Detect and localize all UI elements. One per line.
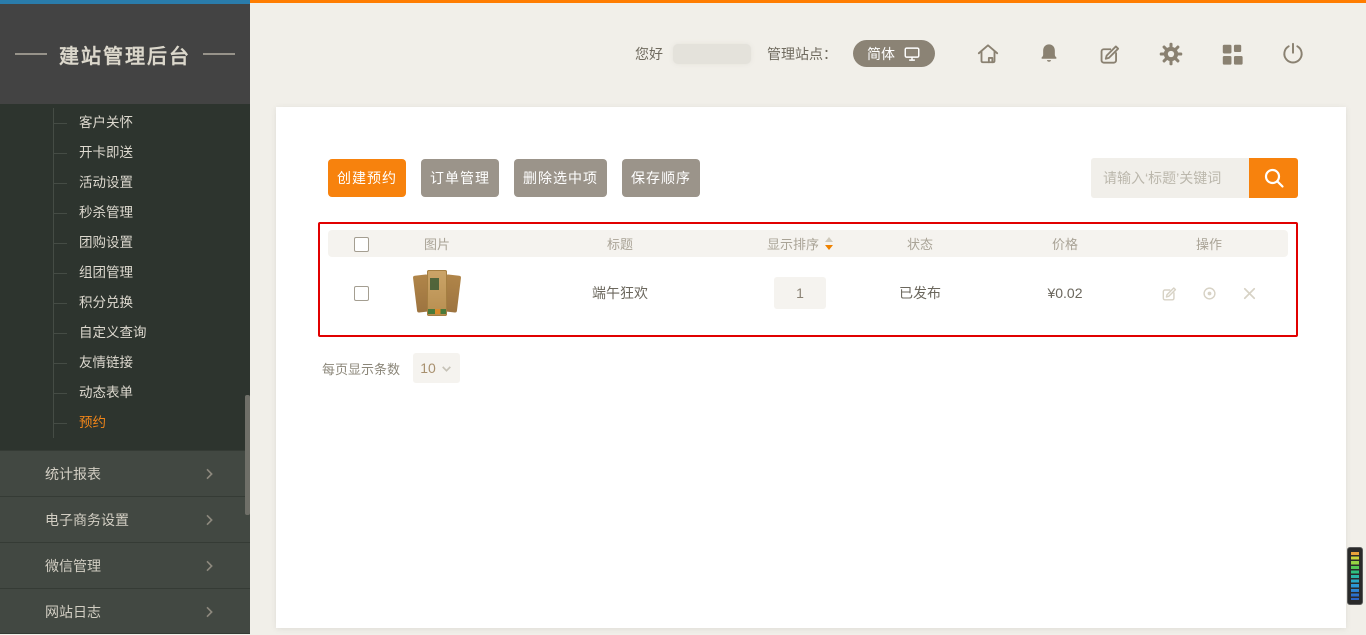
sort-order-input[interactable] [774,277,826,309]
column-header-image: 图片 [394,234,480,253]
header-icons [975,41,1306,67]
toolbar: 创建预约 订单管理 删除选中项 保存顺序 [318,158,1298,198]
app-title: 建站管理后台 [59,40,191,69]
sidebar-section-ecommerce[interactable]: 电子商务设置 [0,496,250,542]
chevron-down-icon [440,362,453,375]
section-label: 微信管理 [45,558,101,574]
apps-grid-icon[interactable] [1219,41,1245,67]
sidebar-sections: 统计报表 电子商务设置 微信管理 网站日志 [0,450,250,634]
sidebar-item-friend-links[interactable]: 友情链接 [54,348,250,378]
row-checkbox[interactable] [354,286,369,301]
chevron-right-icon [201,466,217,482]
save-order-button[interactable]: 保存顺序 [622,159,700,197]
sidebar-section-wechat[interactable]: 微信管理 [0,542,250,588]
page-size-select[interactable]: 10 [413,353,460,383]
logo-dash-left [15,53,47,55]
order-manage-button[interactable]: 订单管理 [421,159,499,197]
activity-indicator-widget [1347,547,1363,605]
section-label: 网站日志 [45,604,101,620]
language-site-button[interactable]: 简体 [853,40,935,67]
search-icon [1261,165,1287,191]
sidebar-submenu: 客户关怀 开卡即送 活动设置 秒杀管理 团购设置 组团管理 积分兑换 自定义查询… [53,108,250,438]
sidebar-item-points-exchange[interactable]: 积分兑换 [54,288,250,318]
chevron-right-icon [201,558,217,574]
sort-down-icon [825,245,833,250]
table-row: 端午狂欢 已发布 ¥0.02 [328,257,1288,329]
chevron-right-icon [201,604,217,620]
sort-arrows-icon [825,237,833,250]
bell-icon[interactable] [1036,41,1062,67]
sidebar-section-statistics[interactable]: 统计报表 [0,450,250,496]
power-icon[interactable] [1280,41,1306,67]
search-button[interactable] [1249,158,1298,198]
sort-up-icon [825,237,833,242]
search-input[interactable] [1091,158,1249,198]
delete-row-icon[interactable] [1240,284,1259,303]
sidebar-item-custom-query[interactable]: 自定义查询 [54,318,250,348]
row-title: 端午狂欢 [480,283,760,303]
gear-icon[interactable] [1158,41,1184,67]
column-header-price: 价格 [1000,234,1130,253]
table-header-row: 图片 标题 显示排序 状态 价格 操作 [328,230,1288,257]
sidebar-item-activity-settings[interactable]: 活动设置 [54,168,250,198]
reservation-table: 图片 标题 显示排序 状态 价格 操作 [318,222,1298,337]
logo-dash-right [203,53,235,55]
create-reservation-button[interactable]: 创建预约 [328,159,406,197]
sidebar-item-dynamic-forms[interactable]: 动态表单 [54,378,250,408]
sidebar-item-group-buy[interactable]: 团购设置 [54,228,250,258]
section-label: 电子商务设置 [45,512,129,528]
username-redacted [673,44,751,64]
page-size-control: 每页显示条数 10 [322,353,1298,383]
app-logo: 建站管理后台 [0,4,250,104]
column-header-sort[interactable]: 显示排序 [767,234,833,253]
content-panel: 创建预约 订单管理 删除选中项 保存顺序 图片 标题 [276,107,1346,628]
chevron-right-icon [201,512,217,528]
sidebar-item-reservation[interactable]: 预约 [54,408,250,438]
select-all-checkbox[interactable] [354,237,369,252]
delete-selected-button[interactable]: 删除选中项 [514,159,607,197]
edit-row-icon[interactable] [1160,284,1179,303]
section-label: 统计报表 [45,466,101,482]
preview-eye-icon[interactable] [1200,284,1219,303]
sort-column-label: 显示排序 [767,234,819,253]
top-header: 您好 管理站点： 简体 [250,3,1366,104]
product-thumbnail[interactable] [414,268,460,318]
edit-icon[interactable] [1097,41,1123,67]
sidebar-item-card-gift[interactable]: 开卡即送 [54,138,250,168]
main-area: 您好 管理站点： 简体 [250,0,1366,628]
row-actions [1130,284,1288,303]
sidebar-item-group-manage[interactable]: 组团管理 [54,258,250,288]
home-icon[interactable] [975,41,1001,67]
column-header-title: 标题 [480,234,760,253]
page-size-value: 10 [420,360,436,376]
sidebar-section-site-log[interactable]: 网站日志 [0,588,250,634]
button-group: 创建预约 订单管理 删除选中项 保存顺序 [328,159,700,197]
column-header-actions: 操作 [1130,234,1288,253]
monitor-icon [903,45,921,63]
activity-indicator-bars [1351,552,1359,600]
sidebar-item-flash-sale[interactable]: 秒杀管理 [54,198,250,228]
search-box [1091,158,1298,198]
language-label: 简体 [867,44,895,64]
site-label: 管理站点： [767,44,837,64]
package-center [427,270,447,316]
sidebar-item-customer-care[interactable]: 客户关怀 [54,108,250,138]
page-size-label: 每页显示条数 [322,359,400,378]
greeting-text: 您好 [635,44,663,64]
sidebar: 建站管理后台 客户关怀 开卡即送 活动设置 秒杀管理 团购设置 组团管理 积分兑… [0,0,250,628]
row-price: ¥0.02 [1000,285,1130,301]
row-status: 已发布 [840,283,1000,303]
column-header-status: 状态 [840,234,1000,253]
